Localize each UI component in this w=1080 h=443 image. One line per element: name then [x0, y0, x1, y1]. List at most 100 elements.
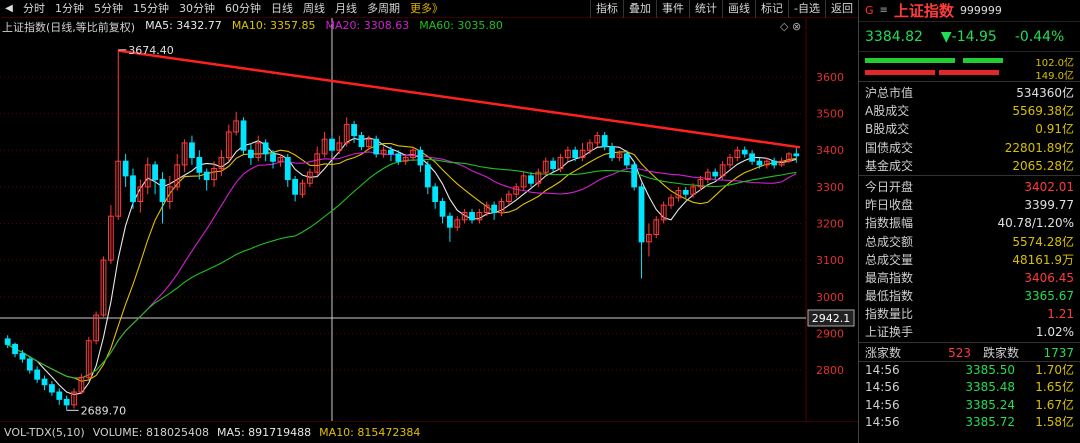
candle-body: [189, 142, 195, 159]
stat-value: 534360亿: [1016, 86, 1074, 100]
tool-button-7[interactable]: 返回: [825, 0, 858, 18]
period-tab-8[interactable]: 月线: [330, 0, 362, 18]
stat-label: 今日开盘: [865, 179, 914, 194]
stat-row: 最高指数 3406.45: [859, 269, 1080, 287]
candle-body: [741, 149, 748, 155]
ma60-value: MA60: 3035.80: [419, 19, 503, 32]
candle-body: [572, 149, 579, 159]
candle-body: [248, 149, 254, 159]
resistance-trendline[interactable]: [118, 49, 801, 149]
tool-button-5[interactable]: 标记: [755, 0, 788, 18]
stat-row: 沪总市值 534360亿: [859, 84, 1080, 102]
stat-row: 总成交额 5574.28亿: [859, 233, 1080, 251]
tool-button-4[interactable]: 画线: [722, 0, 755, 18]
y-tick-label: 3600: [816, 71, 844, 84]
index-name: 上证指数: [893, 2, 954, 20]
back-arrow-icon[interactable]: ◀: [0, 0, 18, 18]
period-tab-6[interactable]: 日线: [266, 0, 298, 18]
volume-legend: VOL-TDX(5,10) VOLUME: 818025408 MA5: 891…: [0, 421, 858, 443]
tick-time: 14:56: [865, 415, 900, 430]
price-change: ▼-14.95: [940, 28, 997, 45]
down-count: 1737: [1043, 345, 1074, 360]
period-tab-5[interactable]: 60分钟: [220, 0, 266, 18]
stat-row: 今日开盘 3402.01: [859, 178, 1080, 196]
candle-body: [623, 153, 630, 166]
tick-price: 3385.72: [965, 415, 1015, 430]
stat-row: 最低指数 3365.67: [859, 287, 1080, 305]
y-tick-label: 2900: [816, 327, 844, 340]
volume-ma5: MA5: 891719488: [216, 426, 312, 439]
candle-body: [130, 175, 136, 203]
period-toolbar: ◀ 分时 1分钟 5分钟 15分钟 30分钟 60分钟 日线 周线 月线 多周期 更多》 指标 叠加事…: [0, 0, 858, 18]
menu-icon[interactable]: ≡: [880, 5, 888, 16]
ma5-value: MA5: 3432.77: [145, 19, 222, 32]
candle-body: [292, 179, 299, 195]
period-tabs: 分时 1分钟 5分钟 15分钟 30分钟 60分钟 日线 周线 月线 多周期 更多》: [18, 0, 448, 18]
kline-chart[interactable]: 2800 2900 3000 3100 3200 3300 3400 3500 3600 3674…: [0, 18, 858, 421]
y-tick-label: 3100: [816, 254, 844, 267]
group-mark[interactable]: G: [865, 4, 874, 17]
tool-button-3[interactable]: 统计: [689, 0, 722, 18]
tool-button-0[interactable]: 指标: [590, 0, 623, 18]
period-tab-4[interactable]: 30分钟: [174, 0, 220, 18]
tick-vol: 1.70亿: [1035, 362, 1074, 377]
more-periods-link[interactable]: 更多》: [405, 0, 448, 18]
candle-body: [63, 398, 70, 406]
tool-button-6[interactable]: -自选: [788, 0, 825, 18]
stat-value: 3406.45: [1024, 270, 1074, 285]
stat-label: 昨日收盘: [865, 198, 914, 213]
tick-price: 3385.50: [965, 362, 1015, 377]
stat-row: 上证换手 1.02%: [859, 323, 1080, 341]
candle-body: [712, 171, 719, 177]
candle-body: [417, 149, 424, 166]
chart-option-icons[interactable]: ◇ ⊗: [780, 20, 801, 33]
price-change-pct: -0.44%: [1014, 28, 1065, 45]
stat-label: 沪总市值: [865, 86, 914, 100]
candle-body: [771, 160, 778, 166]
candle-body: [432, 186, 439, 203]
candle-body: [469, 212, 475, 221]
stat-label: 最高指数: [865, 270, 914, 285]
stat-value: 0.91亿: [1035, 122, 1074, 137]
stat-label: 指数量比: [865, 307, 914, 322]
candle-body: [373, 138, 380, 155]
candle-body: [638, 186, 645, 243]
stat-label: A股成交: [865, 104, 910, 119]
tick-row: 14:56 3385.50 1.70亿: [859, 362, 1080, 380]
stat-value: 1.21: [1047, 307, 1074, 322]
kline-chart-svg[interactable]: 2800 2900 3000 3100 3200 3300 3400 3500 3600 3674…: [0, 18, 858, 421]
tool-button-2[interactable]: 事件: [656, 0, 689, 18]
stat-label: 总成交额: [865, 234, 914, 249]
tick-row: 14:56 3385.24 1.67亿: [859, 397, 1080, 415]
period-tab-3[interactable]: 15分钟: [128, 0, 174, 18]
stat-value: 2065.28亿: [1012, 158, 1074, 173]
candle-body: [609, 146, 615, 159]
stat-value: 3399.77: [1024, 198, 1074, 213]
period-tab-2[interactable]: 5分钟: [89, 0, 128, 18]
candle-body: [682, 190, 689, 195]
index-code: 999999: [959, 4, 1002, 17]
ma10-value: MA10: 3357.85: [231, 19, 316, 32]
period-tab-9[interactable]: 多周期: [362, 0, 405, 18]
volume-indicator-title[interactable]: VOL-TDX(5,10): [4, 426, 85, 439]
tick-price: 3385.24: [965, 397, 1015, 412]
tick-vol: 1.67亿: [1035, 397, 1074, 412]
stat-value: 3365.67: [1024, 289, 1074, 304]
stat-label: 总成交量: [865, 252, 914, 267]
period-tab-0[interactable]: 分时: [18, 0, 50, 18]
candle-body: [284, 157, 291, 181]
inflow-bar: [865, 58, 955, 63]
period-tab-7[interactable]: 周线: [298, 0, 330, 18]
outflow-bar: [865, 70, 935, 75]
period-tab-1[interactable]: 1分钟: [50, 0, 89, 18]
tick-list[interactable]: 14:56 3385.50 1.70亿 14:56 3385.48 1.65亿 14:56 3…: [859, 362, 1080, 432]
candle-body: [395, 153, 402, 162]
candle-body: [329, 138, 335, 151]
tick-price: 3385.48: [965, 380, 1015, 395]
y-tick-label: 3000: [816, 291, 844, 304]
stat-label: 基金成交: [865, 158, 914, 173]
candle-body: [262, 142, 269, 155]
candle-body: [122, 160, 129, 177]
tool-button-1[interactable]: 叠加: [623, 0, 656, 18]
candle-body: [491, 204, 498, 214]
